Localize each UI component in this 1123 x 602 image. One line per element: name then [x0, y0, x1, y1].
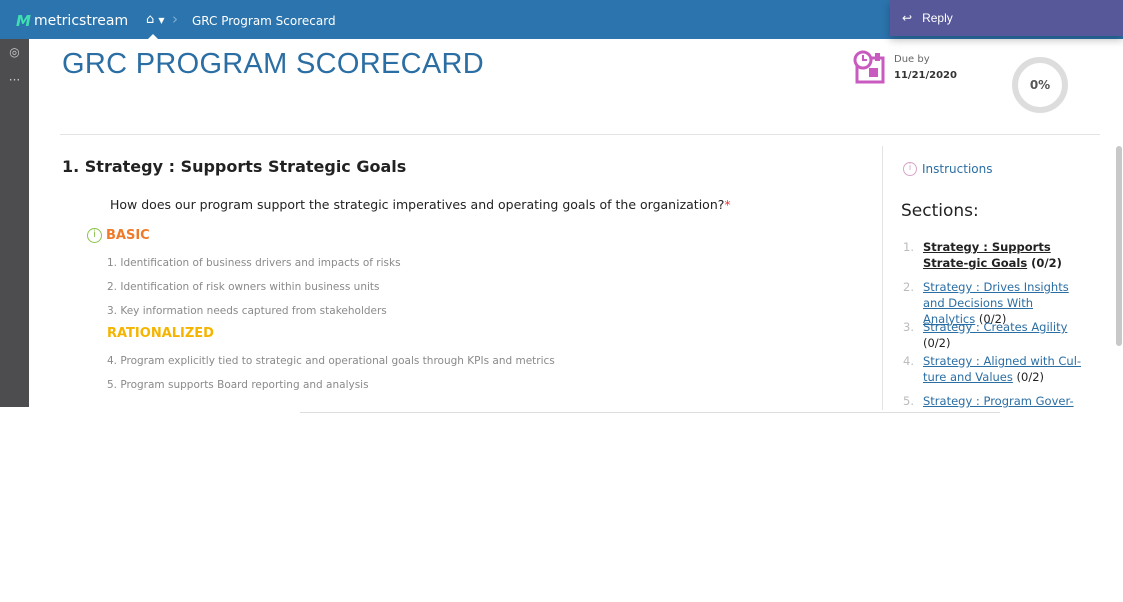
home-icon: ⌂: [146, 12, 155, 27]
info-icon[interactable]: i: [87, 228, 102, 243]
section-link-1[interactable]: 1. Strategy : Supports Strate-gic Goals (…: [903, 239, 1083, 271]
criteria-item: 5. Program supports Board reporting and …: [107, 379, 369, 391]
section-count: (0/2): [1012, 370, 1045, 384]
sidebar-scrollbar[interactable]: [1116, 146, 1122, 346]
target-icon[interactable]: ◎: [0, 45, 29, 59]
criteria-item: 4. Program explicitly tied to strategic …: [107, 355, 555, 367]
logo[interactable]: Mmetricstream: [16, 12, 128, 30]
section-number: 5.: [903, 394, 914, 408]
divider: [60, 134, 1100, 135]
breadcrumb-separator-icon: ›: [172, 10, 178, 28]
level-basic: i BASIC: [87, 228, 150, 243]
required-marker: *: [724, 197, 731, 212]
page-title: GRC PROGRAM SCORECARD: [62, 48, 484, 80]
breadcrumb-current[interactable]: GRC Program Scorecard: [192, 14, 336, 28]
question-text: How does our program support the strateg…: [110, 197, 731, 212]
section-label[interactable]: Strategy : Program Gover-: [923, 394, 1074, 408]
sidebar-divider: [882, 146, 883, 410]
question-label: How does our program support the strateg…: [110, 197, 725, 212]
section-number: 1.: [903, 240, 914, 254]
section-label[interactable]: Strategy : Creates Agility: [923, 320, 1067, 334]
chevron-down-icon: ▼: [158, 16, 165, 25]
section-title: 1. Strategy : Supports Strategic Goals: [62, 157, 407, 176]
instructions-link[interactable]: i Instructions: [903, 162, 992, 176]
section-link-3[interactable]: 3. Strategy : Creates Agility (0/2): [903, 319, 1083, 351]
criteria-item: 1. Identification of business drivers an…: [107, 257, 401, 269]
left-rail: ◎ ···: [0, 39, 29, 407]
section-count: (0/2): [923, 336, 951, 350]
reply-icon: ↩: [902, 11, 913, 25]
section-label[interactable]: Strategy : Aligned with Cul-ture and Val…: [923, 354, 1081, 384]
reply-button[interactable]: ↩ Reply: [890, 0, 1123, 36]
due-date: 11/21/2020: [894, 70, 957, 81]
section-number: 3.: [903, 320, 914, 334]
app-viewport: Mmetricstream ⌂ ▼ › GRC Program Scorecar…: [0, 0, 1123, 410]
due-label: Due by: [894, 54, 930, 65]
more-icon[interactable]: ···: [0, 73, 29, 87]
section-link-5[interactable]: 5. Strategy : Program Gover-: [903, 393, 1083, 409]
render-artifact-line: [300, 412, 1000, 413]
criteria-item: 2. Identification of risk owners within …: [107, 281, 380, 293]
progress-value: 0%: [1029, 78, 1051, 92]
level-name: RATIONALIZED: [107, 326, 214, 341]
reply-label: Reply: [922, 11, 953, 25]
calendar-clock-icon: [853, 50, 885, 84]
instructions-label: Instructions: [922, 162, 993, 176]
home-menu-button[interactable]: ⌂ ▼: [146, 12, 165, 27]
progress-ring: 0%: [1012, 57, 1068, 113]
home-caret: [148, 34, 158, 39]
criteria-item: 3. Key information needs captured from s…: [107, 305, 387, 317]
level-name: BASIC: [106, 228, 150, 243]
info-icon: i: [903, 162, 917, 176]
section-number: 4.: [903, 354, 914, 368]
sections-heading: Sections:: [901, 201, 979, 221]
section-count: (0/2): [1027, 256, 1062, 270]
logo-mark-icon: M: [16, 12, 31, 30]
level-rationalized: RATIONALIZED: [107, 326, 214, 341]
logo-text: metricstream: [33, 13, 129, 29]
section-link-4[interactable]: 4. Strategy : Aligned with Cul-ture and V…: [903, 353, 1083, 385]
